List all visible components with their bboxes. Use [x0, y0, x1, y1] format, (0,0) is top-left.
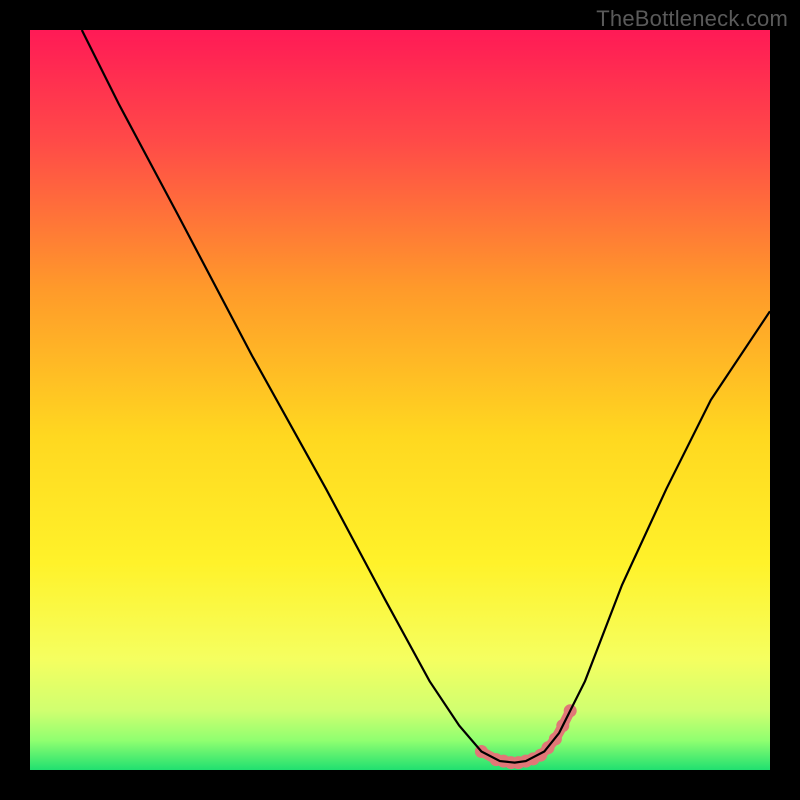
watermark-text: TheBottleneck.com — [596, 6, 788, 32]
plot-area — [30, 30, 770, 770]
chart-container: TheBottleneck.com — [0, 0, 800, 800]
bottleneck-chart — [30, 30, 770, 770]
gradient-background — [30, 30, 770, 770]
